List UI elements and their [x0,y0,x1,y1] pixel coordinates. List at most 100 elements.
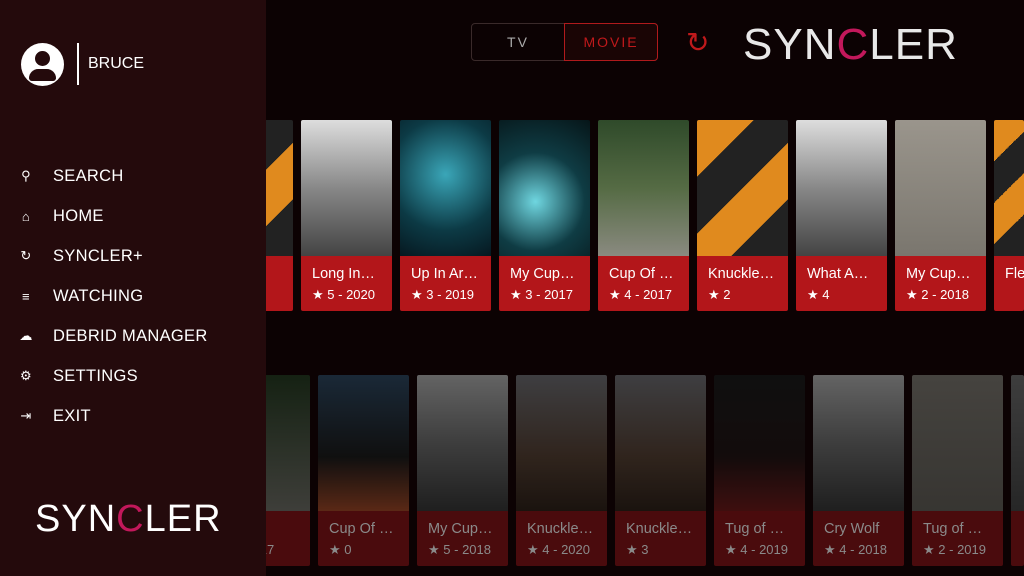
star-icon: ★ [411,287,423,302]
home-icon: ⌂ [21,208,31,224]
movie-meta: ★ 0 [329,542,409,558]
poster-image [994,120,1024,256]
rating-year: 4 - 2018 [839,542,887,557]
nav-label: SETTINGS [53,366,138,385]
movie-title: Tug of … [725,521,785,537]
star-icon: ★ [626,542,638,557]
card-label: My Cup… ★ 5 - 2018 [417,511,508,566]
movie-card[interactable]: Cry Wolf ★ 4 - 2018 [813,375,904,566]
movie-meta: ★ 4 - 2019 [725,542,805,558]
search-icon: ⚲ [21,168,31,183]
movie-card[interactable]: Knuckle… ★ 3 [615,375,706,566]
card-label: Tug of … ★ 2 - 2019 [912,511,1003,566]
sidebar: BRUCE ⚲ SEARCH ⌂ HOME ↻ SYNCLER+ ≡ WATCHING ☁ DEB… [0,0,266,576]
movie-card[interactable]: My Cup… ★ 2 - 2018 [895,120,986,311]
poster-image [615,375,706,511]
movie-meta: ★ 4 - 2020 [527,542,607,558]
exit-icon: ⇥ [20,408,32,423]
movie-card[interactable]: My Cup… ★ 3 - 2017 [499,120,590,311]
movie-title: Cup Of … [609,266,674,282]
syncler-logo-header: SYNCLER [743,20,958,69]
rating-year: 2 - 2019 [938,542,986,557]
movie-meta: ★ 5 - 2018 [428,542,508,558]
movie-card[interactable]: What A… ★ 4 [796,120,887,311]
nav-item-syncler-[interactable]: ↻ SYNCLER+ [0,236,266,276]
star-icon: ★ [527,542,539,557]
movie-title: Fle… [1005,266,1024,282]
star-icon: ★ [725,542,737,557]
poster-image [318,375,409,511]
rating-year: 4 [822,287,830,302]
movie-card[interactable] [1011,375,1024,566]
poster-image [400,120,491,256]
movie-card[interactable]: Fle… [994,120,1024,311]
movie-card[interactable]: Cup Of … ★ 0 [318,375,409,566]
syncler-plus-icon: ↻ [20,248,32,263]
rating-year: 0 [344,542,352,557]
movie-card[interactable]: Knuckle… ★ 4 - 2020 [516,375,607,566]
user-name[interactable]: BRUCE [88,55,144,73]
nav-item-exit[interactable]: ⇥ EXIT [0,396,266,436]
nav-item-home[interactable]: ⌂ HOME [0,196,266,236]
rating-year: 5 - 2020 [327,287,375,302]
movie-title: My Cup… [428,521,493,537]
poster-image [796,120,887,256]
card-label: My Cup… ★ 2 - 2018 [895,256,986,311]
media-type-toggle: TV MOVIE [471,23,658,61]
poster-image [714,375,805,511]
movie-title: Tug of … [923,521,983,537]
gear-icon: ⚙ [20,368,32,383]
card-label: Long In… ★ 5 - 2020 [301,256,392,311]
movie-card[interactable]: Knuckle… ★ 2 [697,120,788,311]
movie-card[interactable]: Tug of … ★ 2 - 2019 [912,375,1003,566]
movie-card[interactable]: My Cup… ★ 5 - 2018 [417,375,508,566]
card-label: Tug of … ★ 4 - 2019 [714,511,805,566]
account-circle-icon[interactable] [21,43,64,86]
card-label: Cup Of … ★ 0 [318,511,409,566]
nav-label: HOME [53,206,104,225]
movie-title: Knuckle… [527,521,594,537]
movie-meta: ★ 2 [708,287,788,303]
movie-card[interactable]: Tug of … ★ 4 - 2019 [714,375,805,566]
star-icon: ★ [824,542,836,557]
star-icon: ★ [428,542,440,557]
star-icon: ★ [708,287,720,302]
poster-image [697,120,788,256]
refresh-icon[interactable]: ↻ [686,26,709,59]
rating-year: 4 - 2017 [624,287,672,302]
nav-item-search[interactable]: ⚲ SEARCH [0,156,266,196]
nav-label: SEARCH [53,166,124,185]
star-icon: ★ [923,542,935,557]
poster-image [1011,375,1024,511]
card-label: Cup Of … ★ 4 - 2017 [598,256,689,311]
movie-card[interactable]: Long In… ★ 5 - 2020 [301,120,392,311]
poster-image [301,120,392,256]
movie-card[interactable]: Up In Ar… ★ 3 - 2019 [400,120,491,311]
rating-year: 2 [723,287,731,302]
movie-title: Long In… [312,266,375,282]
rating-year: 4 - 2019 [740,542,788,557]
card-label: Knuckle… ★ 4 - 2020 [516,511,607,566]
star-icon: ★ [329,542,341,557]
nav-item-watching[interactable]: ≡ WATCHING [0,276,266,316]
tv-tab[interactable]: TV [472,24,564,60]
rating-year: 2 - 2018 [921,287,969,302]
movie-meta: ★ 3 [626,542,706,558]
star-icon: ★ [312,287,324,302]
card-label: Knuckle… ★ 2 [697,256,788,311]
movie-meta: ★ 5 - 2020 [312,287,392,303]
nav-item-debrid-manager[interactable]: ☁ DEBRID MANAGER [0,316,266,356]
movie-card[interactable]: Cup Of … ★ 4 - 2017 [598,120,689,311]
poster-image [813,375,904,511]
movie-title: Cry Wolf [824,521,880,537]
nav-item-settings[interactable]: ⚙ SETTINGS [0,356,266,396]
nav-label: EXIT [53,406,91,425]
card-label: Cry Wolf ★ 4 - 2018 [813,511,904,566]
rating-year: 5 - 2018 [443,542,491,557]
movie-title: My Cup… [510,266,575,282]
rating-year: 3 - 2019 [426,287,474,302]
rating-year: 3 - 2017 [525,287,573,302]
movie-meta: ★ 4 - 2018 [824,542,904,558]
movie-tab[interactable]: MOVIE [564,23,658,61]
poster-image [895,120,986,256]
